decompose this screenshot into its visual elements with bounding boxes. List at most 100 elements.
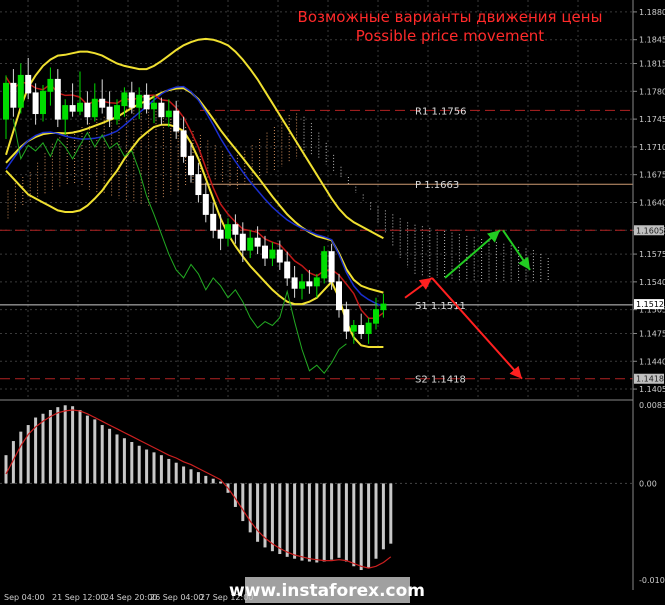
price-label-text: 1.1605 [636,226,664,235]
time-tick-label: 21 Sep 12:00 [52,593,105,602]
price-tick-label: 1.1440 [639,357,665,366]
candle-body [158,102,165,118]
candle-body [77,102,83,112]
candle-body [373,309,379,324]
histogram-bar [145,449,149,484]
histogram-bar [293,483,297,559]
candle-body [380,303,387,311]
histogram-bar [248,483,252,533]
histogram-bar [211,478,215,484]
candle-body [195,174,202,196]
histogram-bar [233,483,237,507]
osc-tick-label: 0.00 [639,479,657,488]
histogram-bar [344,483,348,562]
candle-body [350,325,357,332]
candle-body [165,110,172,118]
level-label: S2 1.1418 [415,375,466,386]
price-chart: R1 1.1756P 1.1663S1 1.1511S2 1.1418 0.00… [0,0,665,605]
candle-body [284,261,291,279]
candle-body [313,277,320,287]
histogram-bar [85,415,89,484]
time-tick-label: Sep 04:00 [4,593,45,602]
candle-body [365,322,372,334]
histogram-bar [270,483,274,552]
histogram-bar [367,483,371,569]
candle-body [262,245,268,259]
histogram-bar [322,483,326,562]
price-tick-label: 1.1640 [639,198,665,207]
candle-body [239,233,246,251]
histogram-bar [189,469,193,484]
histogram-bar [19,431,23,484]
time-tick-label: 26 Sep 04:00 [150,593,203,602]
histogram-bar [352,483,356,567]
candle-body [17,74,24,108]
histogram-bar [374,483,378,559]
histogram-bar [219,481,223,484]
candle-body [291,277,298,289]
candle-body [91,98,98,118]
candle-body [62,105,69,120]
price-tick-label: 1.1815 [639,60,665,69]
histogram-bar [130,441,134,484]
histogram-bar [196,472,200,484]
histogram-bar [71,406,75,484]
osc-tick-label: 0.00833 [639,401,665,410]
candle-body [173,110,180,132]
histogram-bar [337,483,341,558]
price-label-text: 1.1418 [636,375,664,384]
candle-body [10,82,17,108]
candle-body [232,224,239,235]
candle-body [269,249,276,259]
histogram-bar [182,466,186,484]
histogram-bar [389,483,393,544]
candle-body [136,94,143,108]
candle-body [217,229,224,239]
candle-body [106,106,113,120]
histogram-bar [315,483,319,563]
histogram-bar [159,455,163,484]
candle-body [343,309,350,332]
price-tick-label: 1.1780 [639,87,665,96]
candle-body [54,78,61,120]
candle-body [299,281,305,289]
histogram-bar [41,413,45,484]
price-tick-label: 1.1540 [639,278,665,287]
histogram-bar [241,483,245,522]
candle-body [114,105,120,120]
candle-body [121,92,128,107]
candle-body [143,94,150,110]
histogram-bar [93,419,97,484]
watermark: www.instaforex.com [229,577,425,603]
candle-body [180,130,187,157]
level-label: P 1.1663 [415,180,459,191]
candle-body [99,98,106,108]
price-tick-label: 1.1675 [639,171,665,180]
histogram-bar [285,483,289,557]
histogram-bar [278,483,282,555]
histogram-bar [100,425,104,484]
histogram-bar [4,455,8,484]
price-tick-label: 1.1880 [639,8,665,17]
price-tick-label: 1.1575 [639,250,665,259]
histogram-bar [137,445,141,484]
chart-title: Возможные варианты движения цены [298,8,603,26]
price-tick-label: 1.1745 [639,115,665,124]
histogram-bar [359,483,363,571]
histogram-bar [167,458,171,484]
chart-subtitle: Possible price movement [356,27,545,45]
candle-body [247,237,254,251]
candle-body [336,281,342,311]
histogram-bar [56,407,60,484]
svg-text:www.instaforex.com: www.instaforex.com [229,581,425,601]
price-tick-label: 1.1405 [639,385,665,394]
histogram-bar [122,438,126,484]
candle-body [32,92,39,115]
price-tick-label: 1.1710 [639,143,665,152]
histogram-bar [63,405,67,484]
price-tick-label: 1.1475 [639,329,665,338]
histogram-bar [300,483,304,561]
candle-body [128,92,135,108]
candle-body [306,281,313,287]
histogram-bar [381,483,385,550]
